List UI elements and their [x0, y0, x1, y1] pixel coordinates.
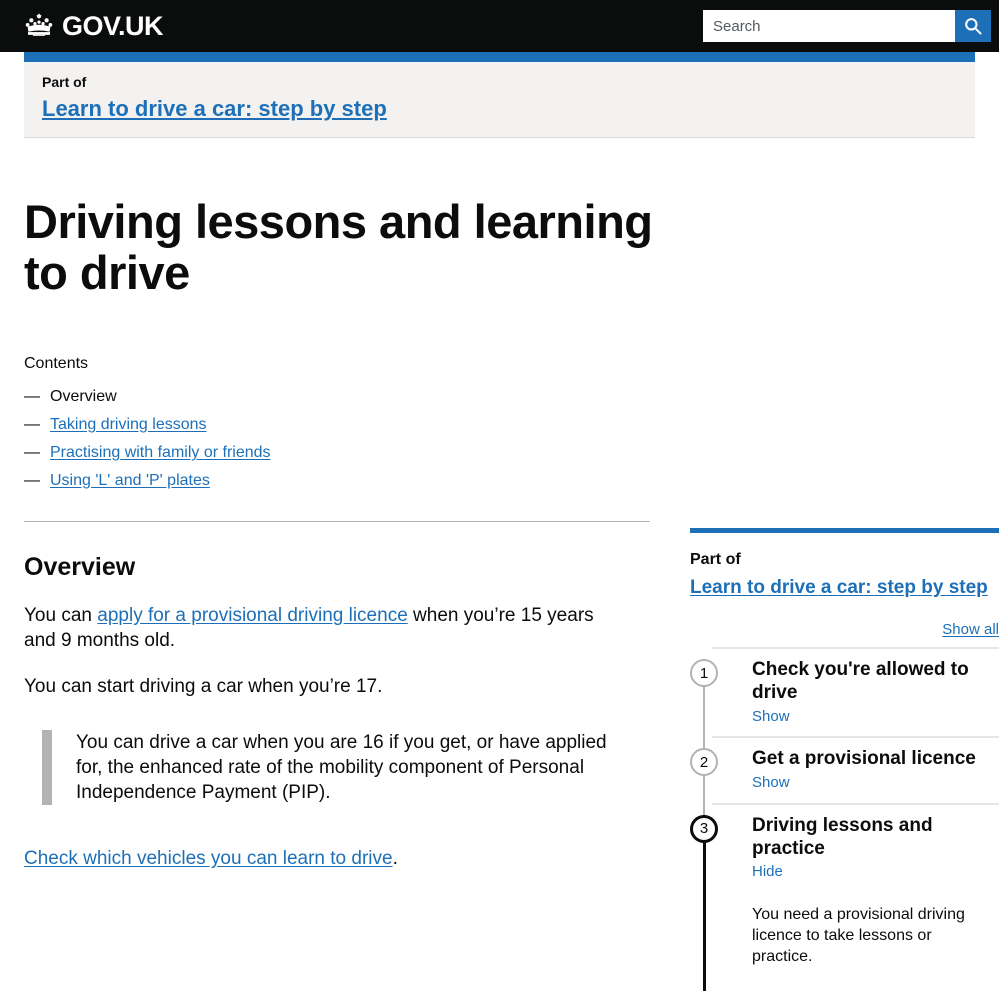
sidebar-part-of-label: Part of — [690, 550, 741, 568]
crown-icon — [22, 13, 56, 39]
contents-item-practising-with-family-or-friends[interactable]: — Practising with family or friends — [24, 439, 648, 467]
apply-provisional-licence-link[interactable]: apply for a provisional driving licence — [97, 605, 408, 626]
step-body-text: You need a provisional driving licence t… — [752, 905, 965, 966]
contents-heading: Contents — [24, 354, 89, 372]
step-toggle-button[interactable]: Show — [752, 773, 790, 793]
contents-dash-icon: — — [24, 443, 40, 461]
step-number-circle: 1 — [690, 659, 718, 688]
contents-item-overview: — Overview — [24, 383, 648, 411]
step-item-2: 2 Get a provisional licence Show — [690, 736, 999, 817]
step-by-step-sidebar: Part of Learn to drive a car: step by st… — [690, 522, 999, 991]
check-vehicles-link[interactable]: Check which vehicles you can learn to dr… — [24, 848, 393, 869]
step-item-1: 1 Check you're allowed to drive Show — [690, 647, 999, 751]
site-search — [703, 10, 991, 42]
step-toggle-button[interactable]: Show — [752, 707, 790, 727]
contents-item-using-l-and-p-plates[interactable]: — Using 'L' and 'P' plates — [24, 467, 648, 495]
contents-list: — Overview — Taking driving lessons — Pr… — [24, 383, 648, 495]
overview-paragraph-2: You can start driving a car when you’re … — [24, 675, 383, 697]
contents-item-label: Overview — [50, 387, 117, 405]
part-of-banner-label: Part of — [42, 74, 87, 90]
search-button[interactable] — [955, 10, 991, 42]
main-content-column: Overview You can apply for a provisional… — [24, 522, 650, 872]
show-all-button[interactable]: Show all — [942, 621, 999, 638]
step-by-step-nav: Part of Learn to drive a car: step by st… — [690, 527, 999, 991]
contents-item-link[interactable]: Practising with family or friends — [50, 439, 271, 467]
contents-item-link[interactable]: Using 'L' and 'P' plates — [50, 467, 210, 495]
step-toggle-button[interactable]: Hide — [752, 862, 783, 882]
step-title: Get a provisional licence — [752, 748, 976, 770]
brand-name: GOV.UK — [62, 10, 164, 41]
contents-dash-icon: — — [24, 387, 40, 405]
contents-nav: Contents — Overview — Taking driving les… — [24, 354, 650, 522]
search-input[interactable] — [703, 10, 955, 42]
page-body: Driving lessons and learning to drive Co… — [0, 195, 999, 991]
part-of-banner: Part of Learn to drive a car: step by st… — [24, 52, 975, 139]
step-item-3: 3 Driving lessons and practice Hide You … — [690, 802, 999, 991]
part-of-banner-wrapper: Part of Learn to drive a car: step by st… — [0, 52, 999, 139]
step-number-circle: 3 — [690, 814, 718, 843]
gov-uk-header: GOV.UK — [0, 0, 999, 52]
inset-text-block: You can drive a car when you are 16 if y… — [42, 729, 610, 805]
overview-paragraph-3: Check which vehicles you can learn to dr… — [24, 846, 610, 871]
content-columns: Overview You can apply for a provisional… — [24, 522, 999, 991]
paragraph-text-after-link: . — [392, 848, 398, 869]
step-number-circle: 2 — [690, 748, 718, 777]
contents-item-link[interactable]: Taking driving lessons — [50, 411, 207, 439]
inset-text-paragraph: You can drive a car when you are 16 if y… — [76, 731, 607, 803]
part-of-banner-link[interactable]: Learn to drive a car: step by step — [42, 96, 387, 121]
contents-item-taking-driving-lessons[interactable]: — Taking driving lessons — [24, 411, 648, 439]
step-title: Check you're allowed to drive — [752, 659, 969, 704]
step-list: 1 Check you're allowed to drive Show 2 G… — [690, 647, 999, 991]
contents-dash-icon: — — [24, 471, 40, 489]
step-title: Driving lessons and practice — [752, 814, 933, 859]
overview-paragraph-1: You can apply for a provisional driving … — [24, 603, 610, 653]
contents-dash-icon: — — [24, 415, 40, 433]
search-icon — [963, 16, 983, 36]
paragraph-text-before-link: You can — [24, 604, 98, 626]
sidebar-step-by-step-link[interactable]: Learn to drive a car: step by step — [690, 577, 988, 600]
page-title: Driving lessons and learning to drive — [24, 195, 653, 300]
gov-uk-home-link[interactable]: GOV.UK — [22, 10, 164, 41]
section-heading-overview: Overview — [24, 552, 136, 581]
show-all-row: Show all — [690, 621, 999, 639]
